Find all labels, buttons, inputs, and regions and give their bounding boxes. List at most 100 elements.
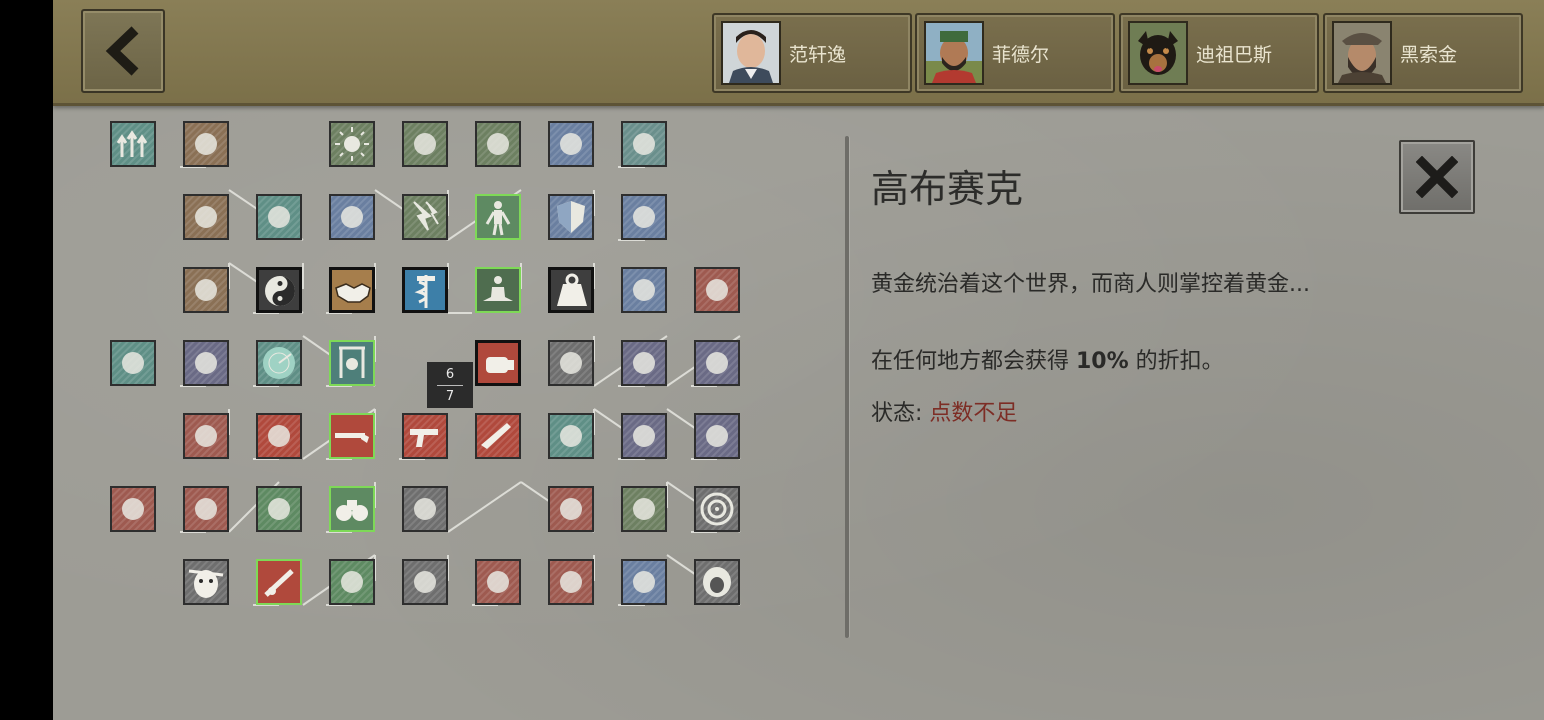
skill-node[interactable] [402,194,448,240]
skill-node[interactable] [110,340,156,386]
skill-node[interactable] [329,486,375,532]
skill-node[interactable] [621,413,667,459]
skill-node[interactable] [694,559,740,605]
character-tab-1[interactable]: 范轩逸 [712,13,912,93]
skill-node[interactable] [475,413,521,459]
fist-armor-icon [623,123,665,165]
character-name: 黑索金 [1400,43,1458,66]
bottles-icon [404,123,446,165]
crawl-icon [623,415,665,457]
skill-node[interactable] [329,413,375,459]
target-icon [696,488,738,530]
skill-node[interactable] [402,267,448,313]
sneak-icon [550,415,592,457]
effect-suffix: 的折扣。 [1128,349,1224,374]
coins-icon [185,269,227,311]
skill-node[interactable] [256,194,302,240]
zombie-head-icon [185,561,227,603]
skill-node[interactable] [183,267,229,313]
skill-node[interactable] [329,340,375,386]
skill-node[interactable] [183,413,229,459]
skill-node[interactable] [548,121,594,167]
bearded-man-cap-portrait [924,21,984,85]
effect-value: 10% [1076,349,1129,374]
skill-title: 高布赛克 [871,167,1024,211]
skill-node[interactable] [183,194,229,240]
skill-node[interactable] [694,486,740,532]
game-screen: 范轩逸 菲德尔 迪祖巴斯 黑索金 6 7 高布赛克 黄金统治着这个世界，而商人则… [53,0,1544,720]
skill-node[interactable] [548,194,594,240]
skill-node[interactable] [548,559,594,605]
skill-node[interactable] [256,340,302,386]
molotov-icon [112,488,154,530]
character-tab-2[interactable]: 菲德尔 [915,13,1115,93]
lightning-icon [404,196,446,238]
skill-node[interactable] [621,121,667,167]
body-icon [485,201,511,236]
ammo-icon [477,561,519,603]
skill-node[interactable] [548,486,594,532]
skill-node[interactable] [402,121,448,167]
spear-icon [550,342,592,384]
skill-node[interactable] [402,413,448,459]
skill-node[interactable] [402,559,448,605]
skill-node[interactable] [183,486,229,532]
punch-icon [486,357,514,373]
skill-node[interactable] [329,121,375,167]
heart-drop-icon [331,196,373,238]
skill-node[interactable] [475,194,521,240]
top-bar: 范轩逸 菲德尔 迪祖巴斯 黑索金 [53,0,1544,106]
radar-icon [258,342,300,384]
skill-node[interactable] [256,486,302,532]
skill-node[interactable] [621,559,667,605]
bicep-icon [623,269,665,311]
skill-node[interactable] [329,559,375,605]
skill-node[interactable] [475,121,521,167]
skill-node[interactable] [475,267,521,313]
skill-effect: 在任何地方都会获得 10% 的折扣。 [871,343,1224,375]
character-name: 菲德尔 [992,43,1050,66]
character-tab-4[interactable]: 黑索金 [1323,13,1523,93]
skill-node[interactable] [256,413,302,459]
skill-node[interactable] [183,121,229,167]
close-x-icon [1416,156,1458,198]
skill-node[interactable] [183,559,229,605]
character-tab-3[interactable]: 迪祖巴斯 [1119,13,1319,93]
ears-icon [258,488,300,530]
skill-node[interactable] [621,194,667,240]
skill-node[interactable] [110,486,156,532]
hammer-icon [112,342,154,384]
rat-icon [331,561,373,603]
crossbow-icon [185,415,227,457]
skill-node[interactable] [621,486,667,532]
grenade-icon [258,415,300,457]
skill-node[interactable] [110,121,156,167]
skill-node[interactable] [548,413,594,459]
skill-description: 黄金统治着这个世界，而商人则掌控着黄金... [871,272,1310,297]
back-button[interactable] [81,9,165,93]
caduceus-icon [414,275,435,308]
skill-node[interactable] [621,267,667,313]
skill-status: 状态: 点数不足 [871,395,1017,427]
skill-node[interactable] [256,559,302,605]
skill-node[interactable] [475,559,521,605]
skill-node[interactable] [329,267,375,313]
skill-node[interactable] [329,194,375,240]
close-button[interactable] [1399,140,1475,214]
skill-node[interactable] [694,413,740,459]
skill-node[interactable] [694,340,740,386]
skill-node[interactable] [183,340,229,386]
skill-node[interactable] [694,267,740,313]
skill-node[interactable] [402,486,448,532]
skill-node[interactable] [548,340,594,386]
points-current: 6 [445,366,455,382]
skill-node[interactable] [256,267,302,313]
figure-icon [696,342,738,384]
dog-portrait [1128,21,1188,85]
skill-node[interactable] [548,267,594,313]
skill-node[interactable] [475,340,521,386]
knife-icon [623,342,665,384]
skill-node[interactable] [621,340,667,386]
status-colon: : [915,401,930,426]
mortar-icon [264,569,294,597]
